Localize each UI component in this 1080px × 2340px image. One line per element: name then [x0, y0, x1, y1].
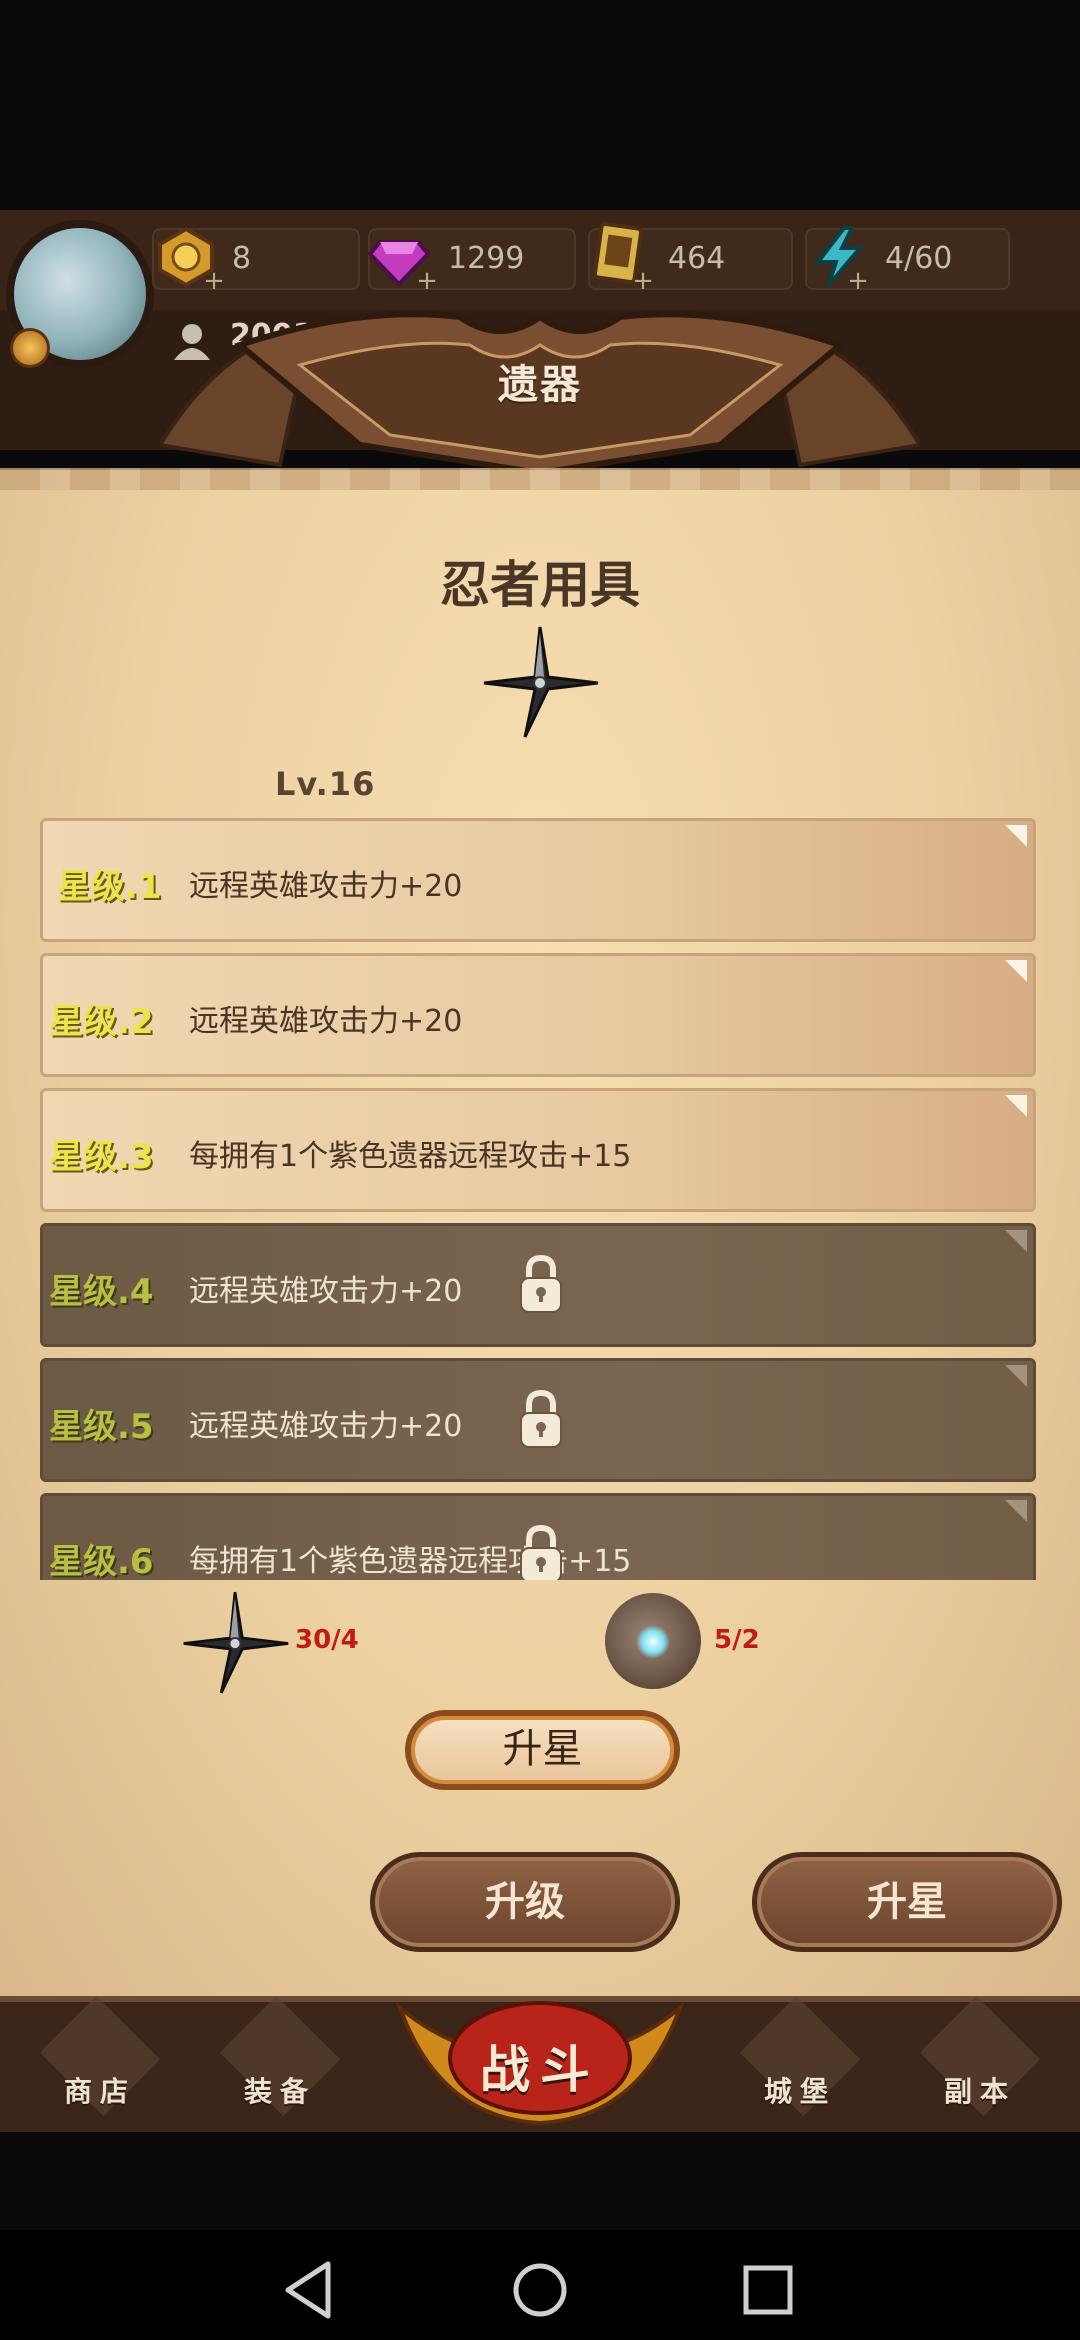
- nav-shop[interactable]: 商店: [25, 1995, 175, 2120]
- panel-edge: [0, 468, 1080, 490]
- star-level-desc: 远程英雄攻击力+20: [189, 1409, 463, 1444]
- star-up-button[interactable]: 升星: [752, 1852, 1062, 1952]
- star-level-label: 星级.4: [49, 1272, 154, 1312]
- row-corner-icon: [1005, 1095, 1027, 1117]
- upgrade-button[interactable]: 升级: [370, 1852, 680, 1952]
- star-level-label: 星级.2: [49, 1002, 154, 1042]
- rank-badge-icon: [10, 328, 50, 368]
- nav-shop-label: 商店: [63, 2075, 136, 2108]
- nav-castle[interactable]: 城堡: [725, 1995, 875, 2120]
- stone-material-count: 5/2: [714, 1625, 760, 1655]
- star-level-desc: 远程英雄攻击力+20: [189, 1004, 463, 1039]
- back-icon[interactable]: [270, 2250, 350, 2330]
- star-level-desc: 远程英雄攻击力+20: [189, 1274, 463, 1309]
- recents-icon[interactable]: [728, 2250, 808, 2330]
- home-icon[interactable]: [500, 2250, 580, 2330]
- nav-equip[interactable]: 装备: [205, 1995, 355, 2120]
- star-level-label: 星级.5: [49, 1407, 154, 1447]
- row-corner-icon: [1005, 1500, 1027, 1522]
- star-level-desc: 每拥有1个紫色遗器远程攻击+15: [189, 1139, 632, 1174]
- star-level-label: 星级.3: [49, 1137, 154, 1177]
- star-level-label: 星级.1: [57, 867, 162, 907]
- star-level-label: 星级.6: [49, 1542, 154, 1580]
- lock-icon: [520, 1254, 562, 1313]
- star-row-locked: 星级.6 每拥有1个紫色遗器远程攻击+15: [40, 1493, 1036, 1580]
- star-up-confirm-button[interactable]: 升星: [405, 1710, 680, 1790]
- shuriken-material-icon: [183, 1591, 289, 1694]
- upgrade-button-label: 升级: [485, 1879, 565, 1925]
- star-row-locked: 星级.4 远程英雄攻击力+20: [40, 1223, 1036, 1347]
- star-row: 星级.2 远程英雄攻击力+20: [40, 953, 1036, 1077]
- nav-dungeon-label: 副本: [943, 2075, 1016, 2108]
- star-level-desc: 每拥有1个紫色遗器远程攻击+15: [189, 1544, 632, 1579]
- stone-glow-icon: [636, 1625, 670, 1659]
- star-level-list[interactable]: 星级.1 远程英雄攻击力+20 星级.2 远程英雄攻击力+20 星级.3 每拥有…: [40, 818, 1040, 1580]
- shuriken-material-count: 30/4: [295, 1625, 359, 1655]
- star-row: 星级.3 每拥有1个紫色遗器远程攻击+15: [40, 1088, 1036, 1212]
- lock-icon: [520, 1524, 562, 1580]
- lock-icon: [520, 1389, 562, 1448]
- nav-dungeon[interactable]: 副本: [905, 1995, 1055, 2120]
- row-corner-icon: [1005, 960, 1027, 982]
- nav-fight[interactable]: 战斗: [440, 2030, 640, 2102]
- star-up-button-label: 升星: [867, 1879, 947, 1925]
- shuriken-icon: [483, 626, 599, 738]
- item-name: 忍者用具: [440, 556, 640, 614]
- row-corner-icon: [1005, 1230, 1027, 1252]
- star-level-desc: 远程英雄攻击力+20: [189, 869, 463, 904]
- row-corner-icon: [1005, 1365, 1027, 1387]
- nav-castle-label: 城堡: [763, 2075, 836, 2108]
- nav-equip-label: 装备: [243, 2075, 316, 2108]
- row-corner-icon: [1005, 825, 1027, 847]
- star-up-confirm-label: 升星: [502, 1726, 583, 1772]
- item-level: Lv.16: [275, 765, 376, 803]
- page-title: 遗器: [498, 362, 582, 408]
- star-row: 星级.1 远程英雄攻击力+20: [40, 818, 1036, 942]
- star-row-locked: 星级.5 远程英雄攻击力+20: [40, 1358, 1036, 1482]
